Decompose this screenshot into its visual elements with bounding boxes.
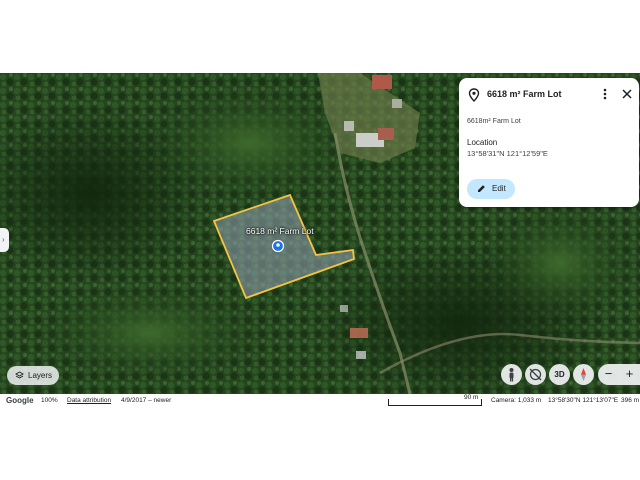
zoom-out-button[interactable]: − (598, 364, 619, 385)
pegman-icon (509, 368, 514, 382)
close-icon[interactable] (620, 87, 634, 101)
pencil-icon (478, 185, 485, 192)
location-label: Location (467, 138, 498, 147)
zoom-in-button[interactable]: + (619, 364, 640, 385)
edit-label: Edit (492, 184, 506, 193)
rotate-button[interactable] (525, 364, 546, 385)
pegman-button[interactable] (501, 364, 522, 385)
building-roof (392, 99, 402, 108)
location-coordinates: 13°58'31"N 121°12'59"E (467, 149, 548, 158)
place-info-panel: 6618 m² Farm Lot 6618m² Farm Lot Locatio… (459, 78, 639, 207)
zoom-level: 100% (41, 397, 58, 404)
rotate-icon (529, 368, 542, 381)
panel-title: 6618 m² Farm Lot (487, 89, 562, 99)
building-roof (350, 328, 368, 338)
status-bar: Google 100% Data attribution 4/9/2017 – … (0, 394, 640, 408)
data-attribution-link[interactable]: Data attribution (67, 397, 111, 404)
building-roof (344, 121, 354, 131)
building-roof (340, 305, 348, 312)
zoom-controls: − + (598, 364, 640, 385)
building-roof (378, 128, 394, 140)
layers-label: Layers (28, 371, 53, 380)
3d-button[interactable]: 3D (549, 364, 570, 385)
chevron-right-icon: › (2, 235, 5, 244)
3d-label: 3D (554, 370, 565, 379)
cursor-coordinates: 13°58'30"N 121°13'07"E (548, 397, 619, 404)
google-logo: Google (6, 396, 34, 405)
edit-button[interactable]: Edit (467, 179, 515, 199)
layers-icon (15, 371, 24, 379)
scale-bar (388, 399, 482, 406)
camera-altitude: Camera: 1,033 m (491, 397, 542, 404)
area-text: 6618m² Farm Lot (467, 118, 521, 125)
layers-button[interactable]: Layers (7, 366, 59, 385)
building-roof (356, 351, 366, 359)
polygon-label: 6618 m² Farm Lot (246, 226, 314, 236)
imagery-date: 4/9/2017 – newer (121, 397, 172, 404)
building-roof (372, 75, 392, 89)
location-pin-icon (468, 88, 480, 102)
elevation: 396 m (621, 397, 640, 404)
compass-icon (581, 368, 586, 381)
polygon-pin-marker[interactable] (271, 239, 285, 253)
app: 6618 m² Farm Lot 6618 m² Farm Lot 6618m²… (0, 0, 640, 480)
compass-button[interactable] (573, 364, 594, 385)
more-vert-icon[interactable] (601, 87, 609, 101)
side-panel-toggle[interactable]: › (0, 228, 9, 252)
